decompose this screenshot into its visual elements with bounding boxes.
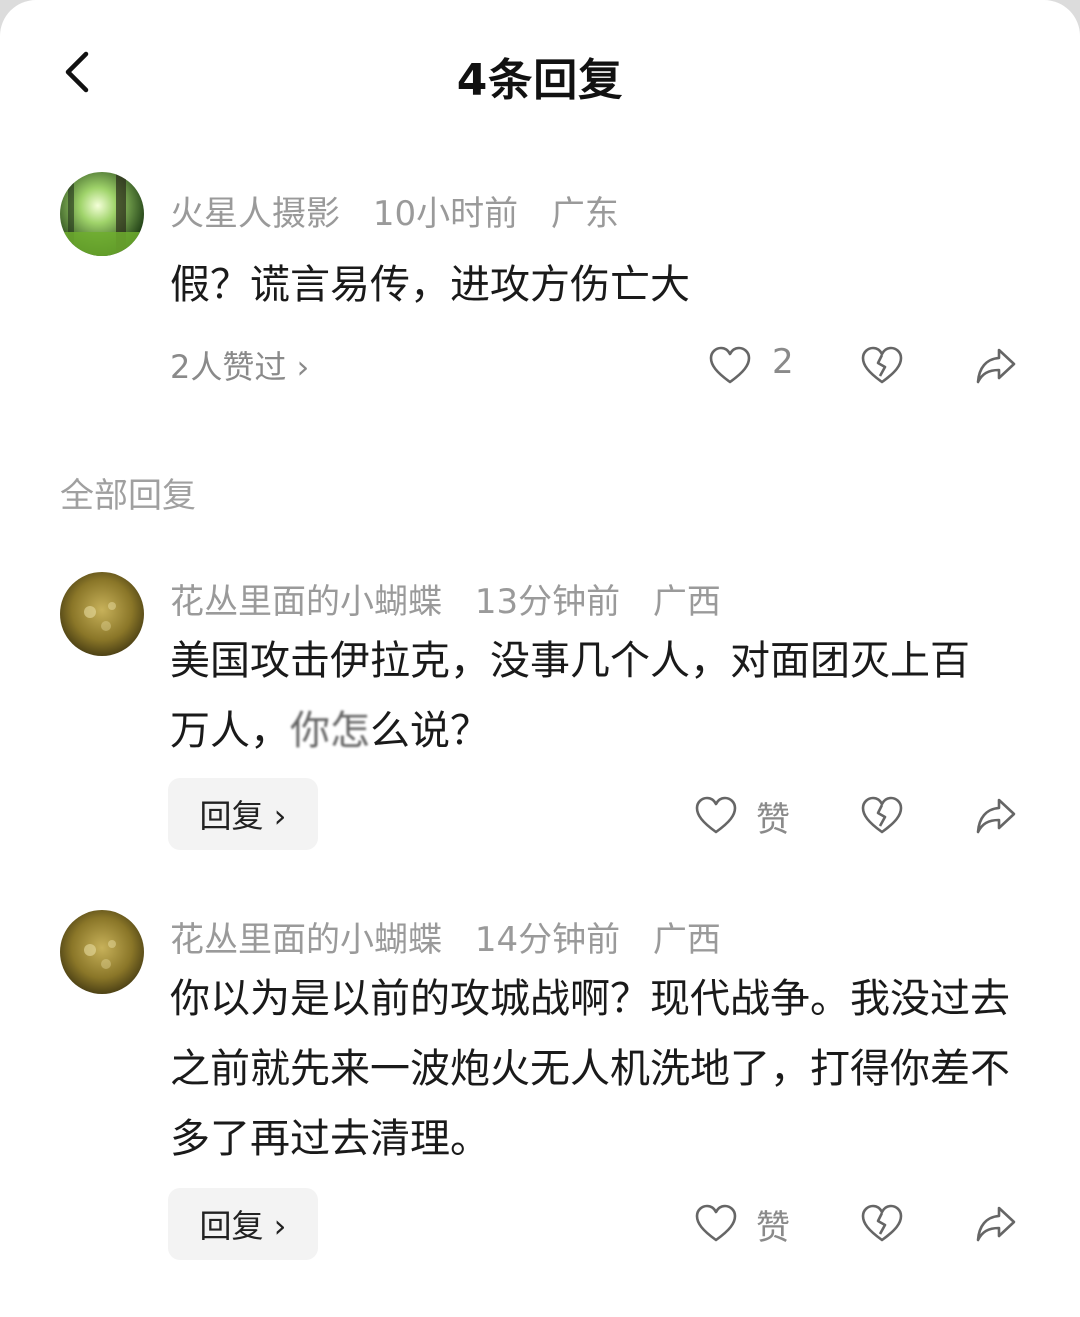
page-title: 4条回复	[456, 55, 624, 106]
reply-button[interactable]: 回复 ›	[168, 1188, 318, 1260]
share-arrow-icon[interactable]	[974, 344, 1018, 388]
timestamp: 10小时前	[372, 194, 519, 234]
heart-outline-icon[interactable]	[708, 344, 752, 388]
likes-summary-link[interactable]: 2人赞过 ›	[170, 342, 309, 388]
reply-text-end: 么说？	[370, 708, 490, 754]
username[interactable]: 花丛里面的小蝴蝶	[170, 920, 442, 960]
reply-text: 你以为是以前的攻城战啊？现代战争。我没过去之前就先来一波炮火无人机洗地了，打得你…	[170, 976, 1010, 1162]
timestamp: 13分钟前	[474, 582, 621, 622]
share-arrow-icon[interactable]	[974, 1202, 1018, 1246]
blurred-text: 你怎	[290, 708, 370, 754]
username[interactable]: 花丛里面的小蝴蝶	[170, 582, 442, 622]
like-label[interactable]: 赞	[756, 792, 790, 841]
reply-sheet: 4条回复 火星人摄影 10小时前 广东 假？谎言易传，进攻方伤亡大 2人赞过 ›…	[0, 0, 1080, 1317]
heart-outline-icon[interactable]	[694, 1202, 738, 1246]
reply-text: 美国攻击伊拉克，没事几个人，对面团灭上百万人，你怎么说？	[170, 626, 1000, 766]
broken-heart-icon[interactable]	[860, 1202, 904, 1246]
reply-meta: 花丛里面的小蝴蝶 14分钟前 广西	[170, 912, 743, 961]
timestamp: 14分钟前	[474, 920, 621, 960]
heart-outline-icon[interactable]	[694, 794, 738, 838]
location: 广西	[652, 920, 721, 960]
location: 广东	[550, 194, 619, 234]
comment-text: 假？谎言易传，进攻方伤亡大	[170, 262, 690, 308]
broken-heart-icon[interactable]	[860, 794, 904, 838]
reply-meta: 花丛里面的小蝴蝶 13分钟前 广西	[170, 574, 743, 623]
avatar[interactable]	[60, 910, 144, 994]
avatar[interactable]	[60, 572, 144, 656]
avatar[interactable]	[60, 172, 144, 256]
broken-heart-icon[interactable]	[860, 344, 904, 388]
username[interactable]: 火星人摄影	[170, 194, 340, 234]
like-label[interactable]: 赞	[756, 1200, 790, 1249]
reply-button[interactable]: 回复 ›	[168, 778, 318, 850]
share-arrow-icon[interactable]	[974, 794, 1018, 838]
section-label: 全部回复	[60, 476, 196, 516]
location: 广西	[652, 582, 721, 622]
like-count: 2	[772, 342, 794, 382]
comment-meta: 火星人摄影 10小时前 广东	[170, 186, 641, 235]
